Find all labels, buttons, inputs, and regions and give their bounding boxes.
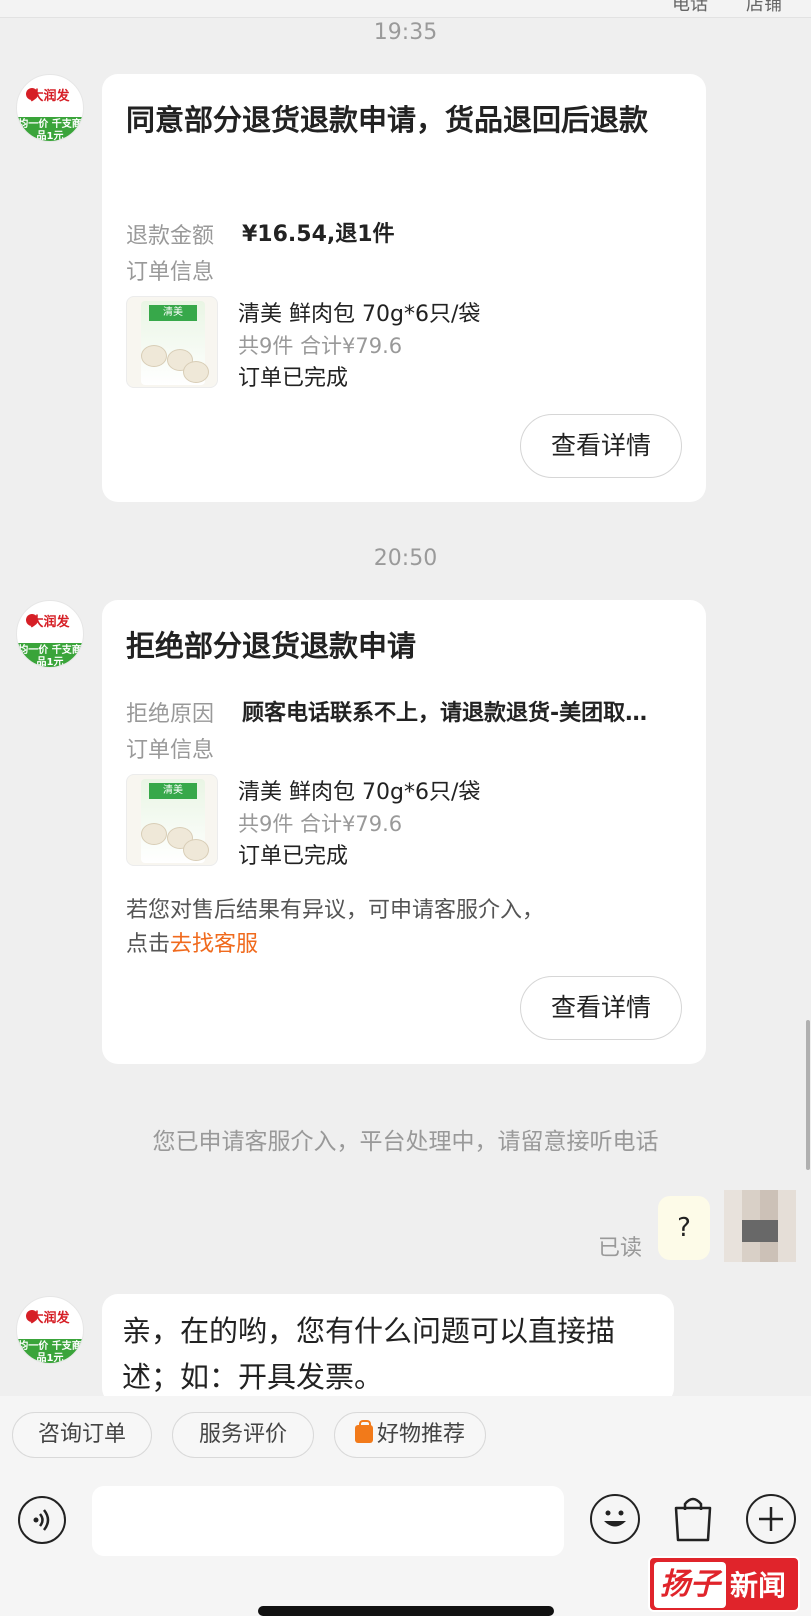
store-logo-text: 大润发 [30, 1311, 70, 1326]
store-logo-text: 大润发 [30, 89, 70, 104]
quick-reply-bar: 咨询订单 服务评价 好物推荐 [0, 1396, 811, 1470]
product-image[interactable]: 清美 [126, 296, 218, 388]
order-info-label: 订单信息 [126, 738, 215, 763]
voice-icon[interactable] [18, 1496, 66, 1544]
product-summary: 共9件 合计¥79.6 [238, 334, 403, 358]
store-logo-band: 均一价 千支商品1元 [17, 117, 83, 142]
refund-amount-value: ¥16.54,退1件 [242, 222, 395, 247]
store-avatar[interactable]: 大润发 均一价 千支商品1元 [16, 74, 84, 142]
product-brand-label: 清美 [149, 783, 197, 799]
contact-support-link[interactable]: 去找客服 [170, 932, 258, 957]
avatar-blur [742, 1220, 778, 1242]
news-watermark-logo: 扬子 新闻 [648, 1556, 800, 1612]
store-reply-bubble: 亲，在的哟，您有什么问题可以直接描述；如：开具发票。 [102, 1294, 674, 1404]
bun-shape [183, 839, 209, 861]
order-status: 订单已完成 [238, 366, 349, 391]
product-summary: 共9件 合计¥79.6 [238, 812, 403, 836]
store-avatar[interactable]: 大润发 均一价 千支商品1元 [16, 1296, 84, 1364]
bag-outline-icon [674, 1497, 712, 1542]
shopping-bag-icon [354, 1420, 373, 1443]
watermark-part2: 新闻 [730, 1569, 787, 1602]
timestamp: 20:50 [373, 546, 438, 571]
refund-approved-card: 同意部分退货退款申请，货品退回后退款 退款金额 ¥16.54,退1件 订单信息 … [102, 74, 706, 502]
watermark-part1: 扬子 [654, 1562, 726, 1608]
order-info-label: 订单信息 [126, 260, 215, 285]
plus-icon[interactable] [746, 1494, 796, 1544]
store-logo-text: 大润发 [30, 615, 70, 630]
order-status: 订单已完成 [238, 844, 349, 869]
shopping-bag-button-icon[interactable] [668, 1492, 718, 1544]
reject-reason-label: 拒绝原因 [126, 702, 215, 727]
plus-sign-icon [759, 1507, 783, 1531]
chip-consult-order[interactable]: 咨询订单 [12, 1412, 152, 1458]
store-logo-band: 均一价 千支商品1元 [17, 1339, 83, 1364]
home-indicator[interactable] [258, 1606, 554, 1616]
note-prefix: 点击 [126, 932, 171, 957]
reject-reason-value: 顾客电话联系不上，请退款退货-美团取… [242, 701, 648, 726]
bun-shape [141, 823, 167, 845]
dispute-note-line2: 点击去找客服 [126, 926, 258, 958]
bun-shape [183, 361, 209, 383]
message-input[interactable] [92, 1486, 564, 1556]
phone-action[interactable]: 电话 [672, 0, 708, 16]
product-brand-label: 清美 [149, 305, 197, 321]
scrollbar[interactable] [806, 1020, 810, 1170]
view-details-button[interactable]: 查看详情 [520, 976, 682, 1040]
system-notice: 您已申请客服介入，平台处理中，请留意接听电话 [152, 1129, 659, 1155]
refund-rejected-card: 拒绝部分退货退款申请 拒绝原因 顾客电话联系不上，请退款退货-美团取… 订单信息… [102, 600, 706, 1064]
product-image[interactable]: 清美 [126, 774, 218, 866]
smiley-face-icon [604, 1510, 626, 1527]
card-title: 同意部分退货退款申请，货品退回后退款 [126, 103, 649, 137]
chip-service-rating[interactable]: 服务评价 [172, 1412, 314, 1458]
store-action[interactable]: 店铺 [746, 0, 782, 16]
user-message-bubble: ? [658, 1196, 710, 1260]
read-status: 已读 [598, 1236, 643, 1261]
card-title: 拒绝部分退货退款申请 [126, 629, 417, 663]
chip-label: 好物推荐 [376, 1422, 465, 1447]
dispute-note: 若您对售后结果有异议，可申请客服介入， [126, 898, 545, 923]
store-logo-band: 均一价 千支商品1元 [17, 643, 83, 668]
header-bar: 电话 店铺 [0, 0, 811, 18]
product-name: 清美 鲜肉包 70g*6只/袋 [238, 302, 481, 327]
user-avatar[interactable] [724, 1190, 796, 1262]
emoji-icon[interactable] [590, 1494, 640, 1544]
voice-waves-icon [33, 1509, 50, 1531]
product-name: 清美 鲜肉包 70g*6只/袋 [238, 780, 481, 805]
refund-amount-label: 退款金额 [126, 224, 215, 249]
view-details-button[interactable]: 查看详情 [520, 414, 682, 478]
chip-recommendations[interactable]: 好物推荐 [334, 1412, 486, 1458]
bun-shape [141, 345, 167, 367]
timestamp: 19:35 [373, 20, 438, 45]
store-avatar[interactable]: 大润发 均一价 千支商品1元 [16, 600, 84, 668]
